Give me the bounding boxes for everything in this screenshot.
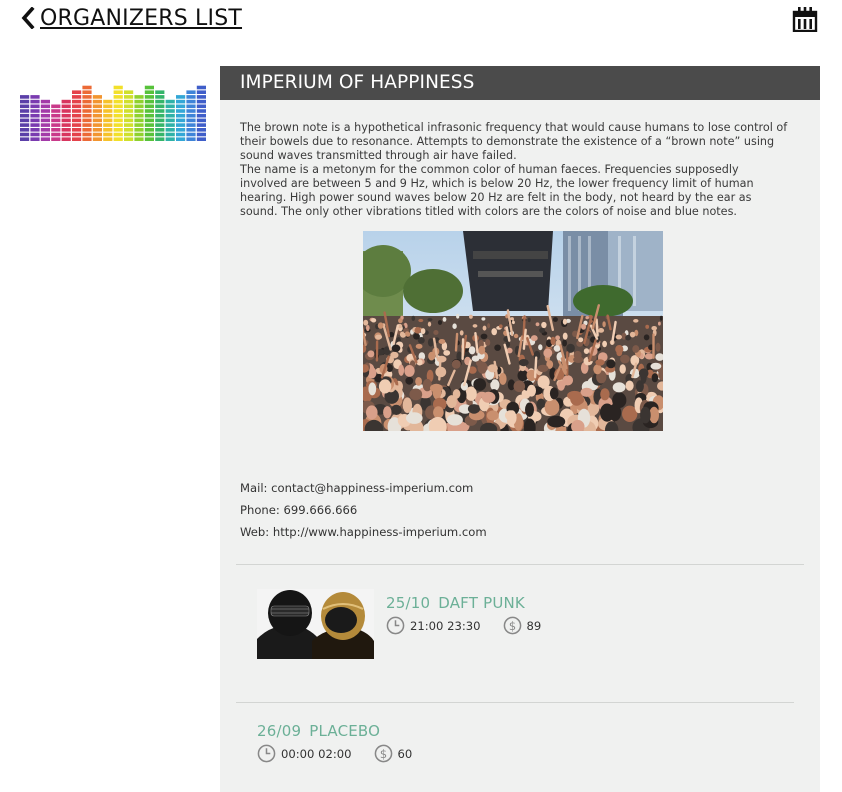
calendar-icon[interactable] xyxy=(792,6,818,32)
divider xyxy=(236,564,804,565)
event-item-2[interactable]: 26/09 PLACEBO 00:00 02:00 $ 60 xyxy=(257,722,412,763)
contact-mail: Mail: contact@happiness-imperium.com xyxy=(240,481,474,495)
equalizer-logo xyxy=(20,85,206,141)
clock-icon xyxy=(257,744,276,763)
event-item-1[interactable]: 25/10 DAFT PUNK 21:00 23:30 $ 89 xyxy=(386,594,541,635)
contact-web: Web: http://www.happiness-imperium.com xyxy=(240,525,487,539)
festival-crowd-photo xyxy=(363,231,663,431)
event-price: 60 xyxy=(397,746,413,761)
organizer-description: The brown note is a hypothetical infraso… xyxy=(240,121,788,219)
event-date: 25/10 xyxy=(386,594,431,612)
dollar-icon: $ xyxy=(503,616,521,635)
svg-text:$: $ xyxy=(508,619,515,633)
divider xyxy=(236,702,794,703)
event-name: PLACEBO xyxy=(309,722,381,740)
event-title[interactable]: 26/09 PLACEBO xyxy=(257,722,412,740)
description-paragraph-2: The name is a metonym for the common col… xyxy=(240,163,754,218)
clock-icon xyxy=(386,616,405,635)
event-name: DAFT PUNK xyxy=(438,594,525,612)
event-title[interactable]: 25/10 DAFT PUNK xyxy=(386,594,541,612)
event-meta: 21:00 23:30 $ 89 xyxy=(386,616,541,635)
back-link-label: ORGANIZERS LIST xyxy=(40,5,243,31)
event-thumbnail-daft-punk[interactable] xyxy=(257,589,374,659)
contact-info: Mail: contact@happiness-imperium.com Pho… xyxy=(240,480,487,546)
chevron-left-icon xyxy=(21,7,35,29)
svg-text:$: $ xyxy=(379,747,386,761)
contact-phone: Phone: 699.666.666 xyxy=(240,503,358,517)
organizer-title: IMPERIUM OF HAPPINESS xyxy=(220,66,820,100)
event-times: 21:00 23:30 xyxy=(410,618,481,633)
event-meta: 00:00 02:00 $ 60 xyxy=(257,744,412,763)
back-to-organizers-link[interactable]: ORGANIZERS LIST xyxy=(20,4,242,32)
event-times: 00:00 02:00 xyxy=(281,746,352,761)
organizer-detail-panel: IMPERIUM OF HAPPINESS The brown note is … xyxy=(220,66,820,792)
dollar-icon: $ xyxy=(374,744,392,763)
event-price: 89 xyxy=(526,618,542,633)
description-paragraph-1: The brown note is a hypothetical infraso… xyxy=(240,121,788,162)
event-date: 26/09 xyxy=(257,722,302,740)
